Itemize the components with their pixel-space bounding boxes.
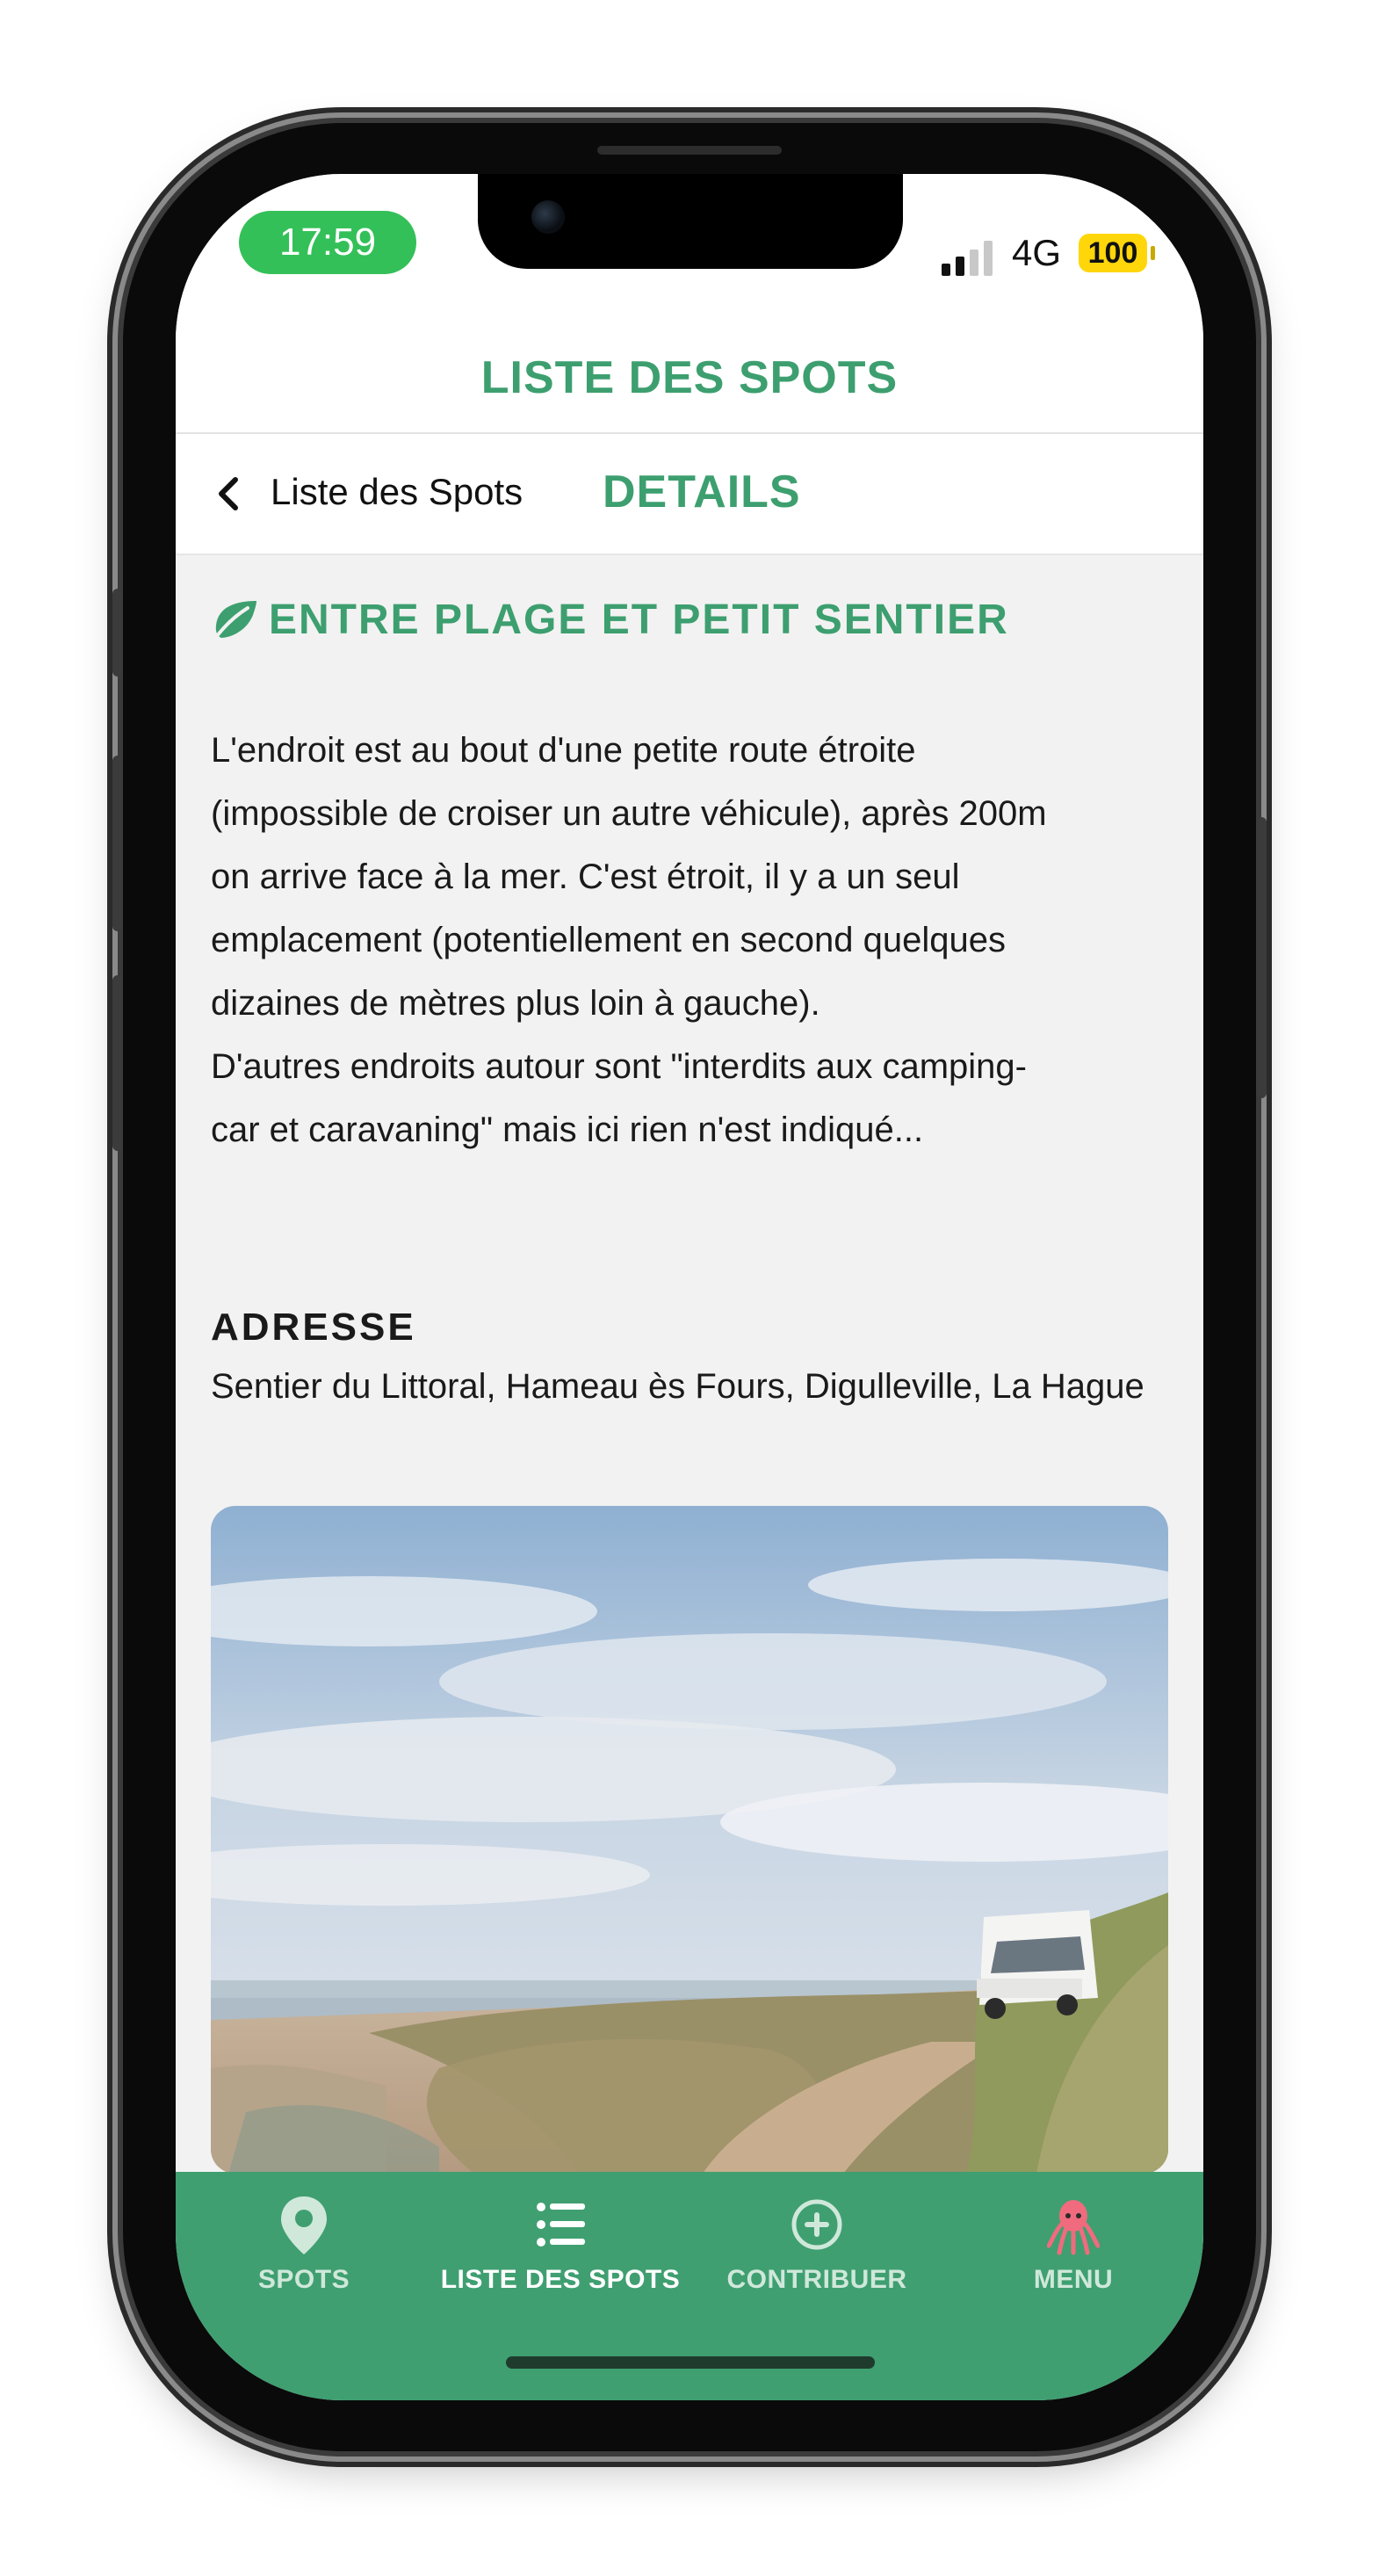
address-value: Sentier du Littoral, Hameau ès Fours, Di… xyxy=(211,1367,1144,1406)
app-header: LISTE DES SPOTS xyxy=(176,323,1203,434)
status-time[interactable]: 17:59 xyxy=(239,211,416,274)
battery-tip xyxy=(1151,246,1155,260)
cellular-signal-icon xyxy=(942,241,1010,276)
page-title: DETAILS xyxy=(603,467,801,517)
leaf-icon xyxy=(213,600,256,641)
spot-photo[interactable] xyxy=(211,1506,1168,2174)
tab-menu-label: MENU xyxy=(1033,2265,1114,2294)
silent-switch xyxy=(112,589,123,677)
volume-up-button xyxy=(112,756,123,931)
chevron-left-icon[interactable] xyxy=(211,476,246,511)
back-button[interactable]: Liste des Spots xyxy=(271,471,523,513)
tab-spots[interactable]: SPOTS xyxy=(176,2172,432,2321)
header-title: LISTE DES SPOTS xyxy=(480,352,899,403)
volume-down-button xyxy=(112,975,123,1151)
plus-circle-icon xyxy=(791,2199,842,2250)
spot-description: L'endroit est au bout d'une petite route… xyxy=(211,719,1168,1161)
description-line: car et caravaning" mais ici rien n'est i… xyxy=(211,1111,924,1149)
power-button xyxy=(1256,817,1267,1098)
description-line: emplacement (potentiellement en second q… xyxy=(211,921,1007,959)
map-pin-icon xyxy=(281,2196,327,2254)
speaker-slot xyxy=(597,146,782,155)
description-line: on arrive face à la mer. C'est étroit, i… xyxy=(211,857,960,896)
description-line: D'autres endroits autour sont "interdits… xyxy=(211,1047,1027,1086)
tab-liste-label: LISTE DES SPOTS xyxy=(440,2265,681,2294)
front-camera xyxy=(531,200,565,234)
spot-title: ENTRE PLAGE ET PETIT SENTIER xyxy=(211,596,1009,644)
list-icon xyxy=(537,2203,585,2247)
tab-contribuer[interactable]: CONTRIBUER xyxy=(689,2172,945,2321)
tab-liste-des-spots[interactable]: LISTE DES SPOTS xyxy=(432,2172,689,2321)
tab-menu[interactable]: MENU xyxy=(945,2172,1202,2321)
battery-indicator: 100 xyxy=(1079,234,1147,272)
description-line: L'endroit est au bout d'une petite route… xyxy=(211,731,916,770)
tab-contribuer-label: CONTRIBUER xyxy=(726,2265,907,2294)
address-label: ADRESSE xyxy=(211,1306,416,1349)
spot-photo-illustration xyxy=(211,1506,1168,2174)
navigation-bar: Liste des Spots DETAILS xyxy=(176,434,1203,555)
network-type: 4G xyxy=(1012,232,1062,273)
description-line: dizaines de mètres plus loin à gauche). xyxy=(211,984,820,1023)
description-line: (impossible de croiser un autre véhicule… xyxy=(211,794,1047,833)
tab-spots-label: SPOTS xyxy=(257,2265,350,2294)
octopus-icon xyxy=(1047,2200,1100,2255)
spot-title-text: ENTRE PLAGE ET PETIT SENTIER xyxy=(269,597,1009,643)
screen: 17:59 4G 100 LISTE DES SPOTS Liste des S… xyxy=(176,174,1203,2400)
home-indicator[interactable] xyxy=(506,2356,875,2369)
